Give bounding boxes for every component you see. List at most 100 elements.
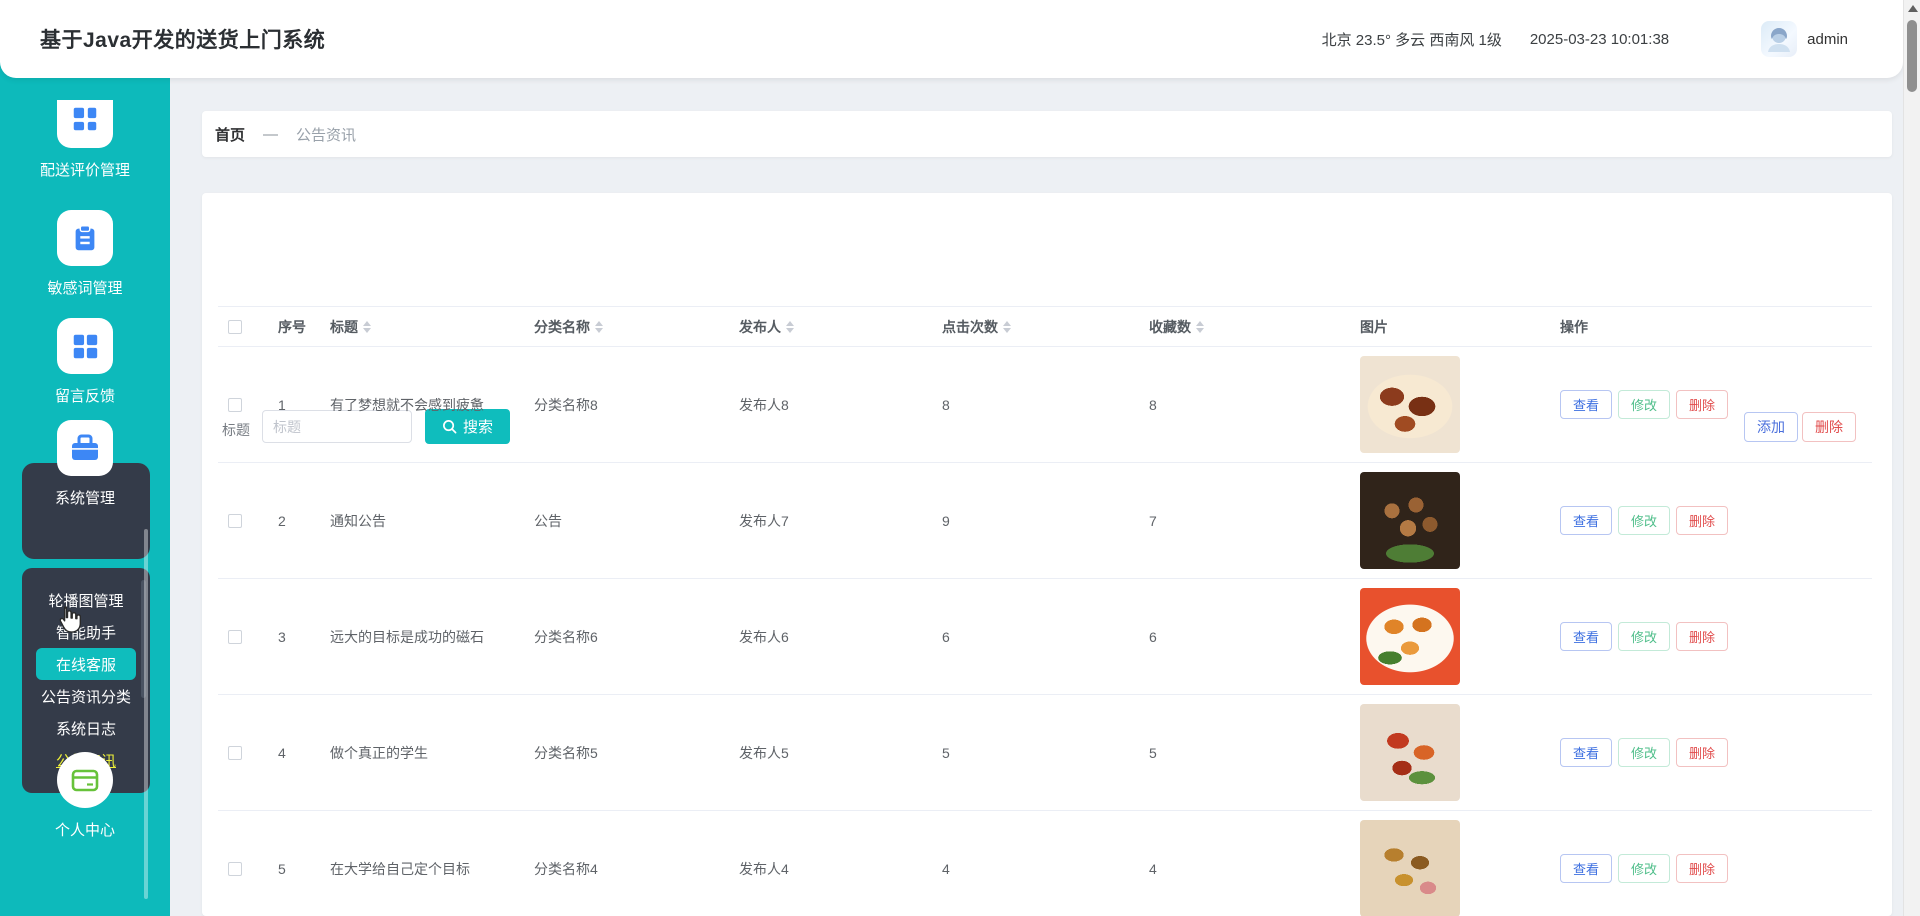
cell-index: 5 xyxy=(278,860,286,877)
submenu-item-online-service[interactable]: 在线客服 xyxy=(36,648,136,680)
sort-icon[interactable] xyxy=(786,320,794,333)
sort-icon[interactable] xyxy=(1196,320,1204,333)
cell-title: 远大的目标是成功的磁石 xyxy=(330,628,484,645)
cell-index: 3 xyxy=(278,628,286,645)
avatar[interactable] xyxy=(1761,21,1798,57)
submenu-item-smart-assistant[interactable]: 智能助手 xyxy=(22,616,150,648)
row-checkbox[interactable] xyxy=(228,861,242,876)
column-header-title[interactable]: 标题 xyxy=(314,317,518,337)
sidebar-item-label: 敏感词管理 xyxy=(47,280,123,297)
edit-button[interactable]: 修改 xyxy=(1618,390,1671,419)
datetime: 2025-03-23 10:01:38 xyxy=(1529,30,1670,48)
delete-button[interactable]: 删除 xyxy=(1676,390,1729,419)
cell-category: 分类名称5 xyxy=(534,744,598,761)
edit-button[interactable]: 修改 xyxy=(1618,854,1671,883)
cell-favorites: 8 xyxy=(1149,396,1157,413)
scroll-up-arrow-icon[interactable] xyxy=(1908,5,1918,12)
page-scrollbar[interactable] xyxy=(1903,0,1920,916)
announcement-image xyxy=(1360,356,1460,453)
sidebar-item-personal-center[interactable]: 个人中心 xyxy=(0,752,170,840)
delete-button[interactable]: 删除 xyxy=(1676,738,1729,767)
delete-button[interactable]: 删除 xyxy=(1676,506,1729,535)
sort-icon[interactable] xyxy=(363,320,371,333)
username: admin xyxy=(1807,30,1848,48)
announcement-image xyxy=(1360,472,1460,569)
submenu-item-label: 在线客服 xyxy=(55,656,116,674)
view-button[interactable]: 查看 xyxy=(1560,738,1613,767)
submenu-item-system-log[interactable]: 系统日志 xyxy=(22,712,150,744)
view-button[interactable]: 查看 xyxy=(1560,506,1613,535)
submenu-item-label: 系统日志 xyxy=(55,720,116,738)
app-header: 基于Java开发的送货上门系统 北京 23.5° 多云 西南风 1级 2025-… xyxy=(0,0,1903,78)
sidebar-scrollbar[interactable] xyxy=(144,529,148,899)
cell-clicks: 5 xyxy=(942,744,950,761)
cell-clicks: 6 xyxy=(942,628,950,645)
delete-button[interactable]: 删除 xyxy=(1676,854,1729,883)
sidebar-item-delivery-review[interactable]: 配送评价管理 xyxy=(0,100,170,180)
cell-publisher: 发布人6 xyxy=(739,628,789,645)
row-checkbox[interactable] xyxy=(228,397,242,412)
table-header-row: 序号 标题 分类名称 发布人 点击次数 收藏数 图片 操作 xyxy=(218,306,1872,347)
row-checkbox[interactable] xyxy=(228,745,242,760)
announcement-panel: 标题 搜索 添加 删除 序号 标题 分类名称 发布人 点击次数 收藏数 图片 操… xyxy=(202,193,1892,916)
cell-title: 有了梦想就不会感到疲惫 xyxy=(330,396,484,413)
sidebar-item-label: 配送评价管理 xyxy=(39,162,130,179)
submenu-item-label: 公告资讯分类 xyxy=(40,688,131,706)
column-header-category[interactable]: 分类名称 xyxy=(518,317,723,337)
cell-favorites: 7 xyxy=(1149,512,1157,529)
sidebar-item-label: 系统管理 xyxy=(54,490,115,507)
table-row: 1 有了梦想就不会感到疲惫 分类名称8 发布人8 8 8 查看 修改 删除 xyxy=(218,347,1872,463)
view-button[interactable]: 查看 xyxy=(1560,622,1613,651)
id-card-icon xyxy=(57,752,113,808)
cell-publisher: 发布人4 xyxy=(739,860,789,877)
cell-title: 通知公告 xyxy=(330,512,386,529)
cell-category: 分类名称4 xyxy=(534,860,598,877)
select-all-checkbox[interactable] xyxy=(228,319,242,334)
delete-button[interactable]: 删除 xyxy=(1676,622,1729,651)
user-box[interactable]: admin xyxy=(1761,21,1848,57)
sidebar-item-sensitive-words[interactable]: 敏感词管理 xyxy=(0,210,170,298)
edit-button[interactable]: 修改 xyxy=(1618,622,1671,651)
cell-category: 分类名称8 xyxy=(534,396,598,413)
scrollbar-thumb[interactable] xyxy=(1907,20,1917,92)
submenu-item-label: 智能助手 xyxy=(55,624,116,642)
cell-title: 做个真正的学生 xyxy=(330,744,428,761)
sidebar-item-label: 留言反馈 xyxy=(54,388,115,405)
view-button[interactable]: 查看 xyxy=(1560,854,1613,883)
cell-favorites: 4 xyxy=(1149,860,1157,877)
column-header-image: 图片 xyxy=(1360,318,1388,335)
sidebar-item-message-feedback[interactable]: 留言反馈 xyxy=(0,318,170,406)
edit-button[interactable]: 修改 xyxy=(1618,738,1671,767)
breadcrumb-home-link[interactable]: 首页 xyxy=(215,124,245,145)
clipboard-icon xyxy=(57,210,113,266)
grid-icon xyxy=(57,318,113,374)
submenu-item-carousel[interactable]: 轮播图管理 xyxy=(22,584,150,616)
cell-category: 分类名称6 xyxy=(534,628,598,645)
announcement-table: 序号 标题 分类名称 发布人 点击次数 收藏数 图片 操作 1 有了梦想就不会感… xyxy=(218,306,1872,916)
sort-icon[interactable] xyxy=(1003,320,1011,333)
table-row: 5 在大学给自己定个目标 分类名称4 发布人4 4 4 查看 修改 删除 xyxy=(218,811,1872,916)
grid-badge-icon xyxy=(57,100,113,148)
sidebar-item-label: 个人中心 xyxy=(54,822,115,839)
cell-clicks: 4 xyxy=(942,860,950,877)
view-button[interactable]: 查看 xyxy=(1560,390,1613,419)
breadcrumb-separator: — xyxy=(263,125,279,143)
column-header-publisher[interactable]: 发布人 xyxy=(723,317,926,337)
table-row: 4 做个真正的学生 分类名称5 发布人5 5 5 查看 修改 删除 xyxy=(218,695,1872,811)
column-header-favorites[interactable]: 收藏数 xyxy=(1133,317,1344,337)
table-row: 2 通知公告 公告 发布人7 9 7 查看 修改 删除 xyxy=(218,463,1872,579)
cell-clicks: 9 xyxy=(942,512,950,529)
column-header-clicks[interactable]: 点击次数 xyxy=(926,317,1133,337)
cell-publisher: 发布人7 xyxy=(739,512,789,529)
edit-button[interactable]: 修改 xyxy=(1618,506,1671,535)
row-checkbox[interactable] xyxy=(228,629,242,644)
weather-info: 北京 23.5° 多云 西南风 1级 xyxy=(1321,31,1502,49)
row-checkbox[interactable] xyxy=(228,513,242,528)
sidebar-item-system-management[interactable]: 系统管理 xyxy=(0,420,170,508)
sort-icon[interactable] xyxy=(595,320,603,333)
submenu-item-announcement-category[interactable]: 公告资讯分类 xyxy=(22,680,150,712)
cell-publisher: 发布人5 xyxy=(739,744,789,761)
breadcrumb-current: 公告资讯 xyxy=(296,126,357,144)
breadcrumb: 首页 — 公告资讯 xyxy=(202,111,1892,157)
announcement-image xyxy=(1360,820,1460,916)
